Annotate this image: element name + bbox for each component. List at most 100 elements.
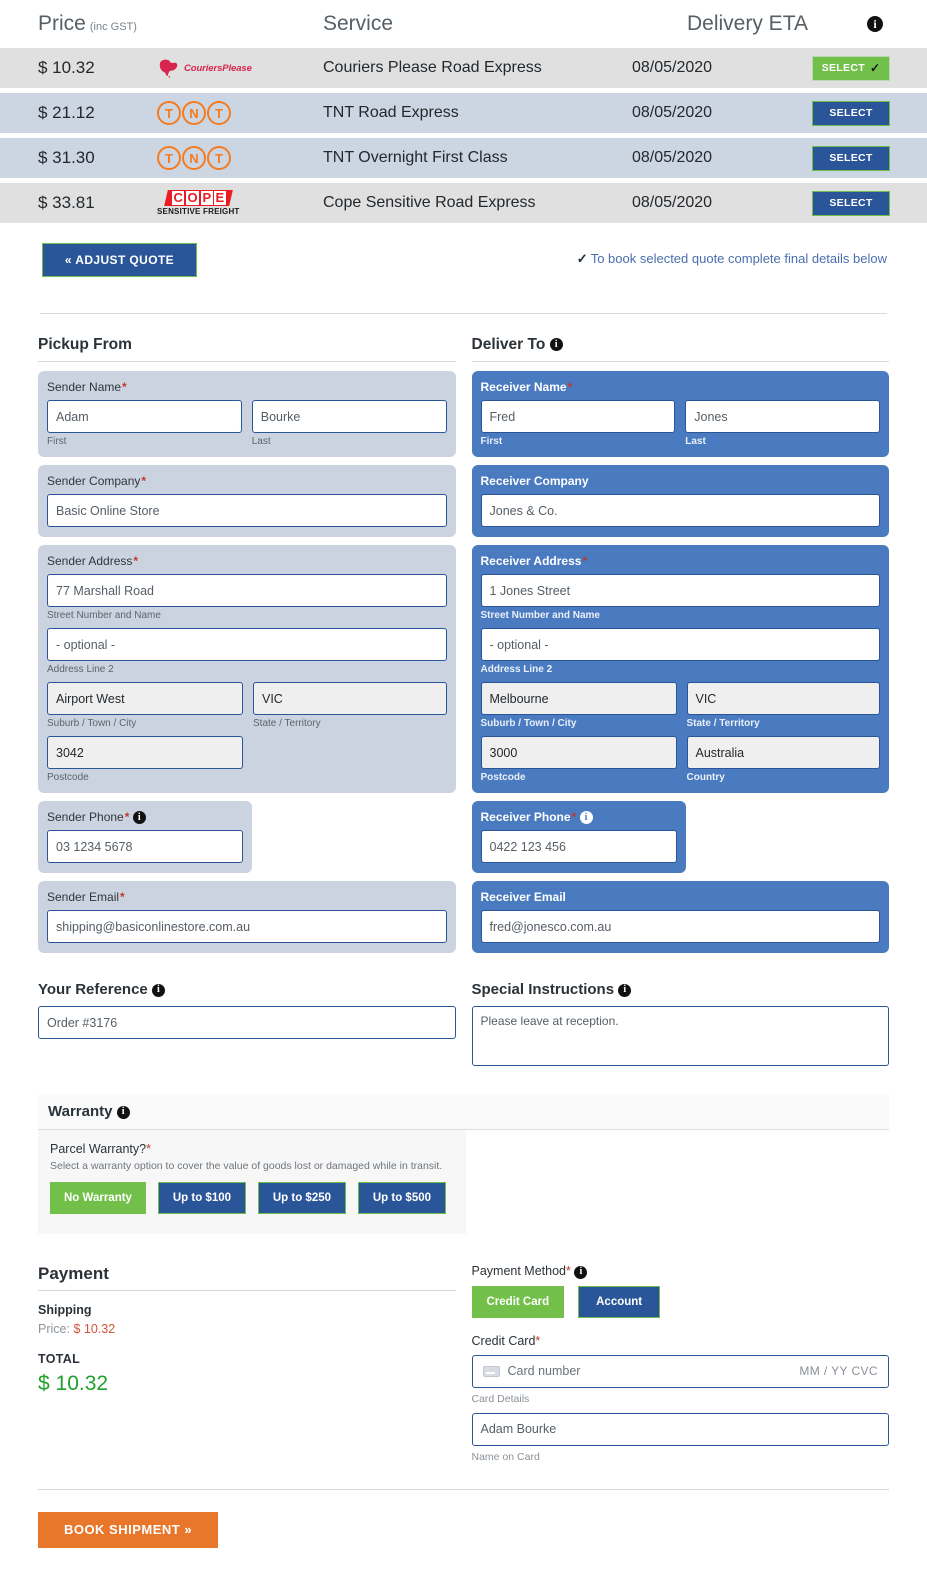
table-row[interactable]: $ 10.32 CouriersPlease Couriers Please R… <box>0 48 927 88</box>
deliver-title-rule <box>471 361 889 362</box>
row-eta: 08/05/2020 <box>632 59 713 76</box>
pickup-column: Pickup From Sender Name* Adam First Bour… <box>38 336 456 961</box>
row-eta: 08/05/2020 <box>632 194 713 211</box>
receiver-company-group: Receiver Company Jones & Co. <box>471 465 889 537</box>
book-shipment-button[interactable]: BOOK SHIPMENT » <box>38 1511 218 1548</box>
receiver-company-input[interactable]: Jones & Co. <box>480 494 880 527</box>
info-icon[interactable]: i <box>579 811 593 825</box>
header-price-gst-note: (inc GST) <box>89 21 137 33</box>
sender-name-group: Sender Name* Adam First Bourke Last <box>38 371 456 457</box>
shipping-price-line: Price: $ 10.32 <box>38 1322 456 1336</box>
info-icon[interactable]: i <box>618 983 632 997</box>
your-reference-input[interactable]: Order #3176 <box>38 1006 456 1040</box>
table-row[interactable]: $ 21.12 T N T TNT Road Express 08/05/202… <box>0 93 927 133</box>
receiver-state-wrap: VIC State / Territory <box>686 682 880 729</box>
required-marker: * <box>122 380 127 394</box>
sender-last-name-input[interactable]: Bourke <box>251 400 447 433</box>
receiver-suburb-input[interactable]: Melbourne <box>480 682 677 715</box>
sender-postcode-spacer <box>253 736 447 783</box>
sender-email-input[interactable]: shipping@basiconlinestore.com.au <box>47 910 447 944</box>
receiver-state-input[interactable]: VIC <box>686 682 880 715</box>
payment-method-group: Payment Method* i Credit Card Account Cr… <box>471 1264 890 1463</box>
sender-email-group: Sender Email* shipping@basiconlinestore.… <box>38 881 456 954</box>
select-button[interactable]: SELECT <box>812 190 890 216</box>
row-price: $ 31.30 <box>38 148 95 167</box>
card-expiry-cvc-placeholder: MM / YY CVC <box>799 1364 878 1379</box>
payment-method-account[interactable]: Account <box>578 1285 661 1318</box>
header-delivery-eta: Delivery ETA <box>687 12 808 35</box>
sender-postcode-input[interactable]: 3042 <box>47 736 243 769</box>
header-price-label: Price <box>38 12 86 35</box>
receiver-postcode-wrap: 3000 Postcode <box>480 736 677 783</box>
warranty-section: Warranty i Parcel Warranty?* Select a wa… <box>38 1094 889 1235</box>
sender-suburb-input[interactable]: Airport West <box>47 682 243 715</box>
receiver-first-name-input[interactable]: Fred <box>480 400 676 433</box>
info-icon[interactable]: i <box>116 1105 130 1119</box>
warranty-options: No Warranty Up to $100 Up to $250 Up to … <box>50 1182 454 1215</box>
sender-address-line2-input[interactable]: - optional - <box>47 628 447 661</box>
sender-phone-label: Sender Phone* i <box>47 810 243 825</box>
sender-company-input[interactable]: Basic Online Store <box>47 494 447 527</box>
cope-letter-o: O <box>185 190 199 205</box>
row-eta: 08/05/2020 <box>632 104 713 121</box>
quote-table-header: Price (inc GST) Service Delivery ETA i <box>0 0 927 48</box>
your-reference-title-text: Your Reference <box>38 981 148 999</box>
credit-card-label: Credit Card* <box>472 1334 890 1348</box>
warranty-option-no-warranty[interactable]: No Warranty <box>50 1182 146 1215</box>
select-button[interactable]: SELECT <box>812 100 890 126</box>
info-icon[interactable]: i <box>151 983 165 997</box>
receiver-country-hint: Country <box>686 772 725 783</box>
sender-name-label-text: Sender Name <box>47 380 122 394</box>
cope-wordmark: COPE <box>163 190 233 206</box>
receiver-street-input[interactable]: 1 Jones Street <box>480 574 880 607</box>
sender-state-input[interactable]: VIC <box>253 682 447 715</box>
select-button[interactable]: SELECT <box>812 145 890 171</box>
special-instructions-textarea[interactable]: Please leave at reception. <box>471 1006 889 1067</box>
sender-phone-group: Sender Phone* i 03 1234 5678 <box>38 801 252 874</box>
sender-street-input[interactable]: 77 Marshall Road <box>47 574 447 607</box>
receiver-email-input[interactable]: fred@jonesco.com.au <box>480 910 880 944</box>
shipping-price-prefix: Price: <box>38 1322 74 1337</box>
receiver-postcode-input[interactable]: 3000 <box>480 736 677 769</box>
sender-suburb-wrap: Airport West Suburb / Town / City <box>47 682 243 729</box>
sender-postcode-wrap: 3042 Postcode <box>47 736 243 783</box>
tnt-letter-t1: T <box>157 101 181 125</box>
cope-letter-e: E <box>213 190 225 205</box>
receiver-country-wrap: Australia Country <box>686 736 880 783</box>
warranty-body: Parcel Warranty?* Select a warranty opti… <box>38 1130 466 1235</box>
receiver-phone-input[interactable]: 0422 123 456 <box>480 830 677 864</box>
info-icon[interactable]: i <box>574 1265 588 1279</box>
payment-section: Payment Shipping Price: $ 10.32 TOTAL $ … <box>0 1264 927 1463</box>
sender-company-label: Sender Company* <box>47 474 447 488</box>
card-number-field[interactable]: Card number MM / YY CVC <box>471 1354 889 1388</box>
receiver-suburb-hint: Suburb / Town / City <box>480 718 577 729</box>
sender-phone-input[interactable]: 03 1234 5678 <box>47 830 243 864</box>
receiver-country-input[interactable]: Australia <box>686 736 880 769</box>
sender-first-name-input[interactable]: Adam <box>47 400 242 433</box>
row-carrier-logo: CouriersPlease <box>153 57 323 79</box>
warranty-option-250[interactable]: Up to $250 <box>257 1182 346 1215</box>
receiver-state-hint: State / Territory <box>686 718 760 729</box>
info-icon[interactable]: i <box>549 338 563 352</box>
warranty-title-text: Warranty <box>48 1103 113 1121</box>
required-marker: * <box>566 1264 571 1279</box>
info-icon[interactable]: i <box>867 15 883 32</box>
table-row[interactable]: $ 33.81 COPE SENSITIVE FREIGHT Cope Sens… <box>0 183 927 223</box>
warranty-option-500[interactable]: Up to $500 <box>357 1182 446 1215</box>
credit-card-icon <box>482 1365 500 1377</box>
header-service: Service <box>323 12 394 35</box>
warranty-question: Parcel Warranty?* <box>50 1142 454 1156</box>
warranty-option-100[interactable]: Up to $100 <box>157 1182 246 1215</box>
receiver-address-line2-input[interactable]: - optional - <box>480 628 880 661</box>
deliver-title-text: Deliver To <box>471 336 546 353</box>
adjust-quote-button[interactable]: « ADJUST QUOTE <box>42 243 197 277</box>
payment-method-credit-card[interactable]: Credit Card <box>471 1285 565 1318</box>
select-button[interactable]: SELECT ✓ <box>812 55 890 81</box>
table-row[interactable]: $ 31.30 T N T TNT Overnight First Class … <box>0 138 927 178</box>
check-icon: ✓ <box>576 251 588 266</box>
receiver-last-name-input[interactable]: Jones <box>685 400 880 433</box>
your-reference-group: Your Reference i Order #3176 <box>38 981 456 1066</box>
info-icon[interactable]: i <box>132 811 146 825</box>
name-on-card-input[interactable]: Adam Bourke <box>471 1412 889 1446</box>
receiver-suburb-wrap: Melbourne Suburb / Town / City <box>480 682 677 729</box>
